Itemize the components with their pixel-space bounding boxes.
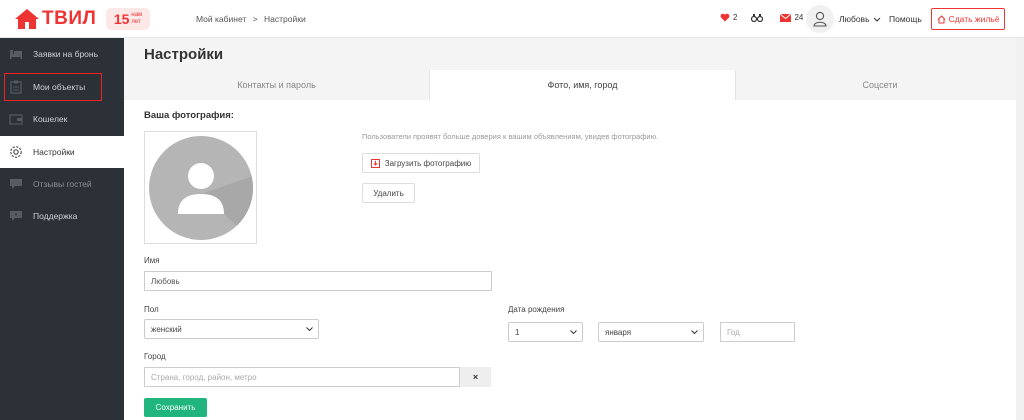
clear-city-button[interactable]: ×: [460, 367, 491, 387]
bed-icon: [9, 47, 23, 61]
logo[interactable]: ТВИЛ: [14, 8, 96, 30]
profile-photo: [144, 131, 257, 244]
breadcrumb-separator: >: [252, 14, 258, 24]
support-icon: [9, 209, 23, 223]
photo-placeholder: [148, 135, 253, 240]
chevron-down-icon: [873, 17, 880, 22]
top-header: ТВИЛ 15 нам лет Мой кабинет > Настройки …: [0, 0, 1024, 38]
wallet-icon: [9, 112, 23, 126]
house-logo-icon: [15, 9, 39, 29]
heart-icon: [720, 13, 730, 22]
badge-word-2: лет: [131, 19, 141, 25]
save-button[interactable]: Сохранить: [144, 398, 207, 417]
upload-photo-button[interactable]: Загрузить фотографию: [362, 153, 480, 173]
sidebar-item-reviews[interactable]: Отзывы гостей: [0, 168, 124, 200]
user-menu[interactable]: Любовь: [806, 5, 881, 33]
birth-date-label: Дата рождения: [508, 305, 565, 314]
sidebar-item-label: Поддержка: [33, 211, 78, 221]
envelope-icon: [780, 13, 792, 22]
badge-word-1: нам: [131, 12, 143, 18]
avatar: [806, 5, 834, 33]
badge-words: нам лет: [131, 12, 142, 26]
logo-text: ТВИЛ: [42, 8, 97, 29]
user-name: Любовь: [839, 14, 870, 24]
gear-icon: [9, 145, 23, 159]
anniversary-badge: 15 нам лет: [106, 8, 150, 30]
upload-icon: [370, 158, 380, 168]
birth-year-input[interactable]: Год: [720, 322, 795, 342]
title-bar: Настройки: [124, 38, 1024, 70]
user-icon: [813, 11, 827, 27]
photo-hint: Пользователи проявят больше доверия к ва…: [362, 132, 659, 141]
rent-out-label: Сдать жильё: [948, 14, 1000, 24]
tab-contacts[interactable]: Контакты и пароль: [124, 70, 430, 100]
birth-month-select[interactable]: января: [598, 322, 704, 342]
birth-day-value: 1: [515, 327, 520, 337]
photo-section-label: Ваша фотография:: [144, 110, 234, 121]
city-label: Город: [144, 352, 166, 361]
gender-label: Пол: [144, 305, 159, 314]
chat-icon: [9, 177, 23, 191]
sidebar-item-bookings[interactable]: Заявки на бронь: [0, 38, 124, 70]
chevron-down-icon: [306, 327, 313, 331]
sidebar-item-label: Отзывы гостей: [33, 179, 92, 189]
birth-month-value: января: [605, 327, 632, 337]
name-label: Имя: [144, 256, 160, 265]
sidebar-item-settings[interactable]: Настройки: [0, 136, 124, 168]
breadcrumb-current: Настройки: [264, 14, 306, 24]
messages-link[interactable]: 24: [780, 13, 803, 22]
chevron-down-icon: [691, 330, 698, 334]
binoculars-icon: [751, 14, 764, 22]
tab-photo-name-city[interactable]: Фото, имя, город: [430, 70, 736, 100]
delete-photo-button[interactable]: Удалить: [362, 183, 415, 203]
page-title: Настройки: [144, 46, 224, 63]
header-icons: 2 24: [720, 13, 817, 22]
compare-link[interactable]: [751, 13, 766, 22]
highlight-box: [4, 73, 102, 101]
name-input[interactable]: Любовь: [144, 271, 492, 291]
gender-value: женский: [151, 324, 182, 334]
sidebar-item-label: Кошелек: [33, 114, 68, 124]
birth-day-select[interactable]: 1: [508, 322, 583, 342]
city-input[interactable]: Страна, город, район, метро: [144, 367, 460, 387]
help-link[interactable]: Помощь: [889, 14, 922, 24]
sidebar: Заявки на бронь Мои объекты Кошелек Наст…: [0, 38, 124, 420]
breadcrumb: Мой кабинет > Настройки: [196, 14, 310, 24]
favorites-link[interactable]: 2: [720, 13, 737, 22]
home-icon: [937, 14, 945, 23]
sidebar-item-wallet[interactable]: Кошелек: [0, 103, 124, 135]
rent-out-button[interactable]: Сдать жильё: [931, 8, 1005, 30]
chevron-down-icon: [570, 330, 577, 334]
favorites-count: 2: [733, 13, 738, 22]
tabs: Контакты и пароль Фото, имя, город Соцсе…: [124, 70, 1024, 100]
sidebar-item-label: Заявки на бронь: [33, 49, 99, 59]
tab-social[interactable]: Соцсети: [736, 70, 1024, 100]
sidebar-item-support[interactable]: Поддержка: [0, 200, 124, 232]
breadcrumb-cabinet[interactable]: Мой кабинет: [196, 14, 246, 24]
upload-photo-label: Загрузить фотографию: [384, 158, 472, 168]
scrollbar[interactable]: [1016, 38, 1024, 420]
sidebar-item-label: Настройки: [33, 147, 75, 157]
messages-count: 24: [794, 13, 804, 22]
user-silhouette-icon: [177, 162, 253, 240]
main-content: Настройки Контакты и пароль Фото, имя, г…: [124, 38, 1024, 420]
badge-number: 15: [113, 11, 130, 27]
gender-select[interactable]: женский: [144, 319, 319, 339]
